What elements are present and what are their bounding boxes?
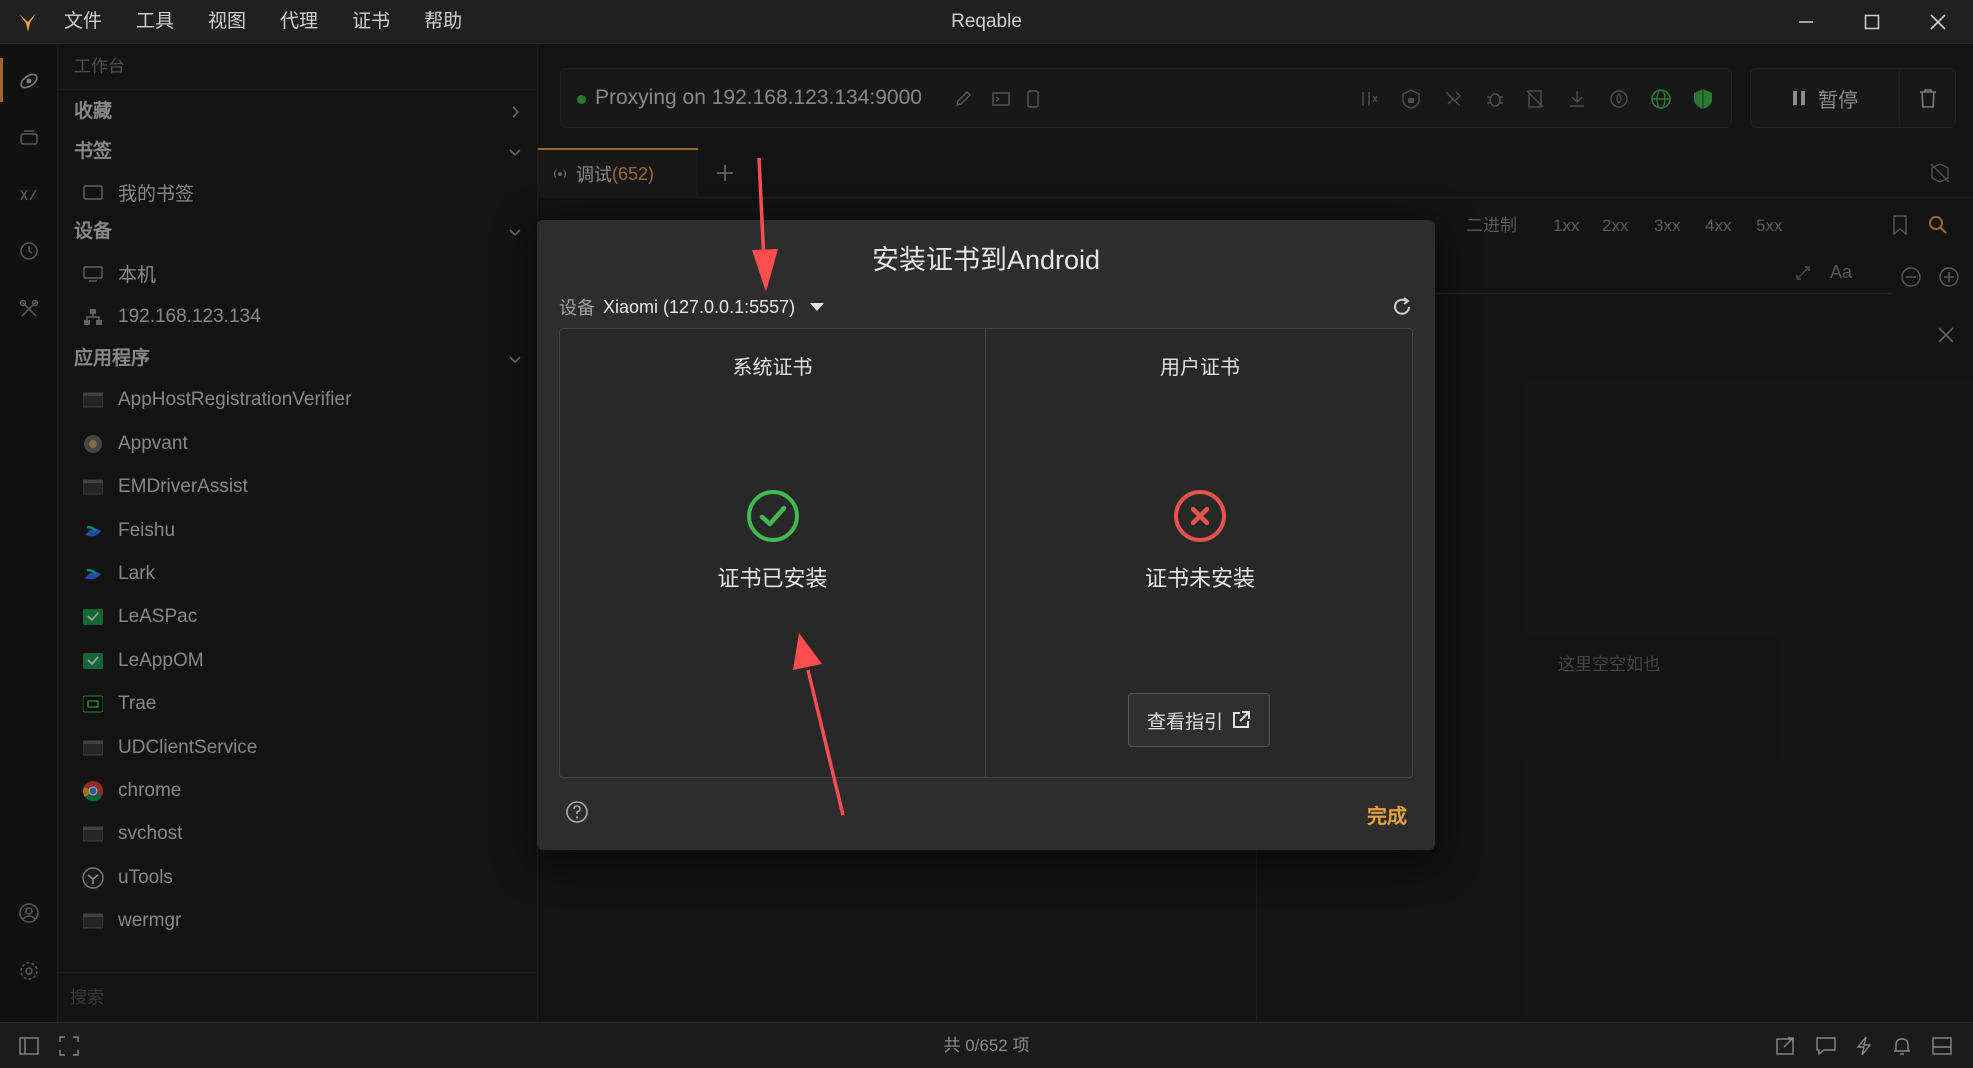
menu-help[interactable]: 帮助 bbox=[424, 0, 462, 44]
system-cert-title: 系统证书 bbox=[732, 357, 813, 379]
export-icon bbox=[1776, 1037, 1794, 1055]
external-link-icon bbox=[1233, 711, 1250, 728]
device-selector[interactable]: 设备 Xiaomi (127.0.0.1:5557) bbox=[559, 292, 825, 322]
done-button[interactable]: 完成 bbox=[1367, 800, 1407, 829]
notifications-button[interactable] bbox=[1891, 1035, 1913, 1057]
device-value: Xiaomi (127.0.0.1:5557) bbox=[603, 296, 796, 317]
status-bar: 共 0/652 项 bbox=[0, 1022, 1973, 1068]
comment-button[interactable] bbox=[1815, 1035, 1837, 1057]
panel-layout-button[interactable] bbox=[1931, 1035, 1953, 1057]
certificate-panel: 系统证书 证书已安装 用户证书 证书未安装 查看指引 bbox=[559, 328, 1413, 778]
system-cert-status: 证书已安装 bbox=[717, 566, 828, 591]
close-window-button[interactable] bbox=[1905, 0, 1971, 44]
dialog-title: 安装证书到Android bbox=[871, 245, 1101, 275]
comment-icon bbox=[1816, 1037, 1836, 1056]
minimize-button[interactable] bbox=[1773, 0, 1839, 44]
close-icon bbox=[1930, 14, 1946, 30]
help-button[interactable] bbox=[565, 800, 589, 829]
lightning-icon bbox=[1856, 1036, 1872, 1056]
x-circle-icon bbox=[1174, 490, 1226, 542]
maximize-button[interactable] bbox=[1839, 0, 1905, 44]
maximize-icon bbox=[1864, 14, 1880, 30]
install-certificate-dialog: 安装证书到Android 设备 Xiaomi (127.0.0.1:5557) … bbox=[537, 220, 1435, 850]
menu-bar: 文件 工具 视图 代理 证书 帮助 bbox=[64, 0, 496, 44]
menu-certificate[interactable]: 证书 bbox=[352, 0, 390, 44]
user-cert-title: 用户证书 bbox=[1160, 357, 1240, 379]
menu-file[interactable]: 文件 bbox=[64, 0, 102, 44]
refresh-icon bbox=[1394, 297, 1410, 315]
menu-proxy[interactable]: 代理 bbox=[280, 0, 318, 44]
title-bar: 文件 工具 视图 代理 证书 帮助 Reqable bbox=[0, 0, 1973, 44]
refresh-button[interactable] bbox=[1389, 294, 1415, 320]
bell-icon bbox=[1894, 1038, 1910, 1055]
quick-action-button[interactable] bbox=[1853, 1035, 1875, 1057]
check-circle-icon bbox=[747, 490, 799, 542]
request-count: 共 0/652 项 bbox=[943, 1036, 1030, 1055]
system-certificate-column: 系统证书 证书已安装 bbox=[560, 329, 986, 777]
device-label: 设备 bbox=[559, 298, 595, 318]
user-certificate-column: 用户证书 证书未安装 查看指引 bbox=[987, 329, 1413, 777]
caret-down-icon bbox=[810, 303, 825, 311]
menu-view[interactable]: 视图 bbox=[208, 0, 246, 44]
user-cert-status: 证书未安装 bbox=[1144, 566, 1255, 591]
export-button[interactable] bbox=[1775, 1035, 1797, 1057]
view-guide-label: 查看指引 bbox=[1146, 711, 1223, 733]
menu-tools[interactable]: 工具 bbox=[136, 0, 174, 44]
minimize-icon bbox=[1799, 21, 1813, 23]
reqable-logo-icon bbox=[16, 10, 40, 34]
view-guide-button[interactable]: 查看指引 bbox=[1128, 693, 1270, 747]
panel-icon bbox=[1932, 1037, 1952, 1055]
question-circle-icon bbox=[566, 801, 588, 823]
